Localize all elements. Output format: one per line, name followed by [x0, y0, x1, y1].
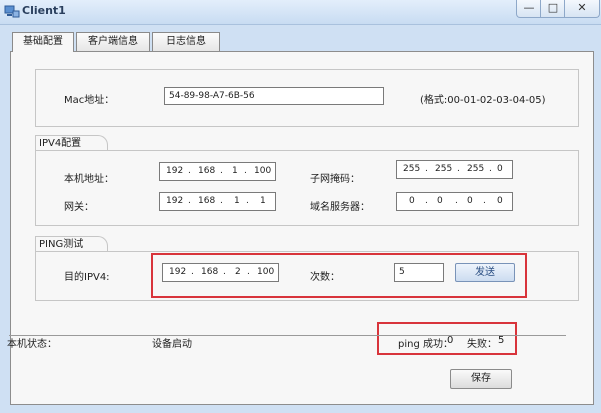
dest-ip-label: 目的IPV4: [64, 272, 110, 283]
ping-highlight-box [151, 253, 527, 298]
mac-address-field[interactable]: 54-89-98-A7-6B-56 [164, 87, 384, 105]
ipv4-section-title: IPV4配置 [35, 135, 108, 151]
dns-field[interactable]: 0. 0. 0. 0 [396, 192, 513, 211]
tab-basic-config[interactable]: 基础配置 [12, 32, 74, 52]
ping-fail-count: 5 [498, 335, 505, 346]
ping-fail-label: 失败： [467, 339, 497, 350]
gateway-label: 网关： [64, 202, 94, 213]
mac-label: Mac地址： [64, 95, 115, 106]
dns-label: 域名服务器： [310, 202, 370, 213]
tab-log-info[interactable]: 日志信息 [152, 32, 220, 51]
config-panel: Mac地址： 54-89-98-A7-6B-56 (格式:00-01-02-03… [7, 51, 594, 405]
ping-success-count: 0 [447, 335, 454, 346]
minimize-button[interactable]: — [516, 0, 542, 18]
title-bar[interactable]: Client1 — □ ✕ [0, 0, 601, 25]
subnet-mask-field[interactable]: 255. 255. 255. 0 [396, 160, 513, 179]
ipv4-section: 本机地址： 192. 168. 1. 100 子网掩码： 255. 255. 2… [35, 150, 579, 226]
save-button[interactable]: 保存 [450, 369, 512, 389]
mac-format-hint: (格式:00-01-02-03-04-05) [420, 95, 546, 106]
tab-client-info[interactable]: 客户端信息 [76, 32, 150, 51]
ping-section-title: PING测试 [35, 236, 108, 252]
device-status-value: 设备启动 [152, 339, 192, 350]
close-button[interactable]: ✕ [564, 0, 600, 18]
local-address-label: 本机地址： [64, 174, 114, 185]
device-status-label: 本机状态： [7, 339, 57, 350]
mac-section: Mac地址： 54-89-98-A7-6B-56 (格式:00-01-02-03… [35, 69, 579, 127]
window-title: Client1 [22, 4, 66, 17]
local-ip-field[interactable]: 192. 168. 1. 100 [159, 162, 276, 181]
subnet-mask-label: 子网掩码： [310, 174, 360, 185]
ping-success-label: ping 成功： [398, 339, 453, 350]
network-client-icon [4, 5, 20, 18]
gateway-field[interactable]: 192. 168. 1. 1 [159, 192, 276, 211]
maximize-button[interactable]: □ [540, 0, 566, 18]
